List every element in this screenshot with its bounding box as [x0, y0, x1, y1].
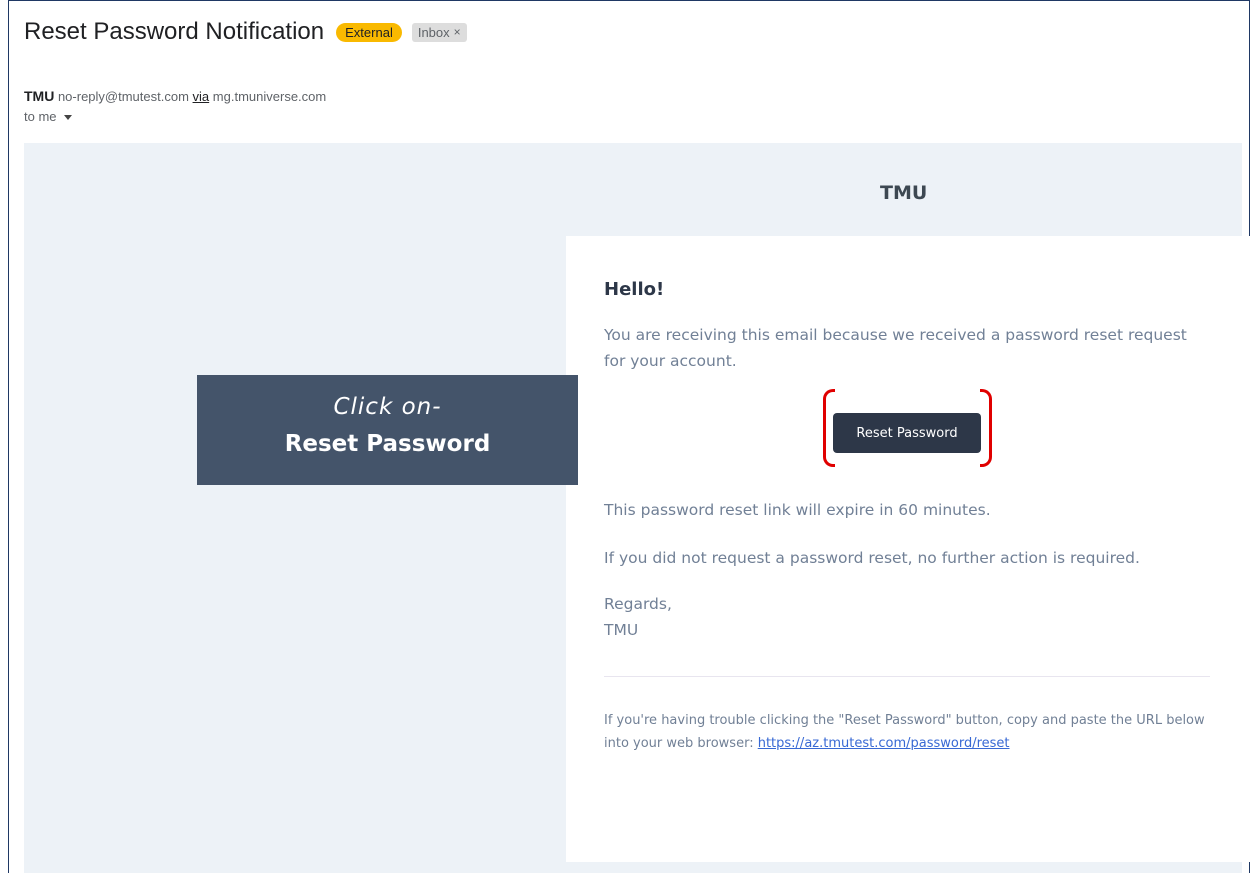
callout-line-1: Click on- — [333, 394, 442, 420]
instruction-callout: Click on- Reset Password — [197, 375, 578, 485]
remove-label-icon[interactable]: × — [454, 25, 461, 39]
expiry-text: This password reset link will expire in … — [604, 501, 991, 519]
divider — [604, 676, 1210, 677]
brand-header[interactable]: TMU — [880, 182, 927, 204]
sender-row: TMU no-reply@tmutest.com via mg.tmuniver… — [24, 88, 326, 104]
reset-url-link[interactable]: https://az.tmutest.com/password/reset — [758, 736, 1010, 751]
sender-name[interactable]: TMU — [24, 88, 54, 104]
intro-text: You are receiving this email because we … — [604, 326, 1187, 370]
inbox-label[interactable]: Inbox × — [411, 22, 467, 42]
inbox-label-text: Inbox — [417, 24, 450, 40]
signoff: Regards, TMU — [604, 591, 672, 643]
regards-text: Regards, — [604, 595, 672, 613]
reset-password-button[interactable]: Reset Password — [833, 413, 981, 453]
via-link[interactable]: via — [193, 89, 210, 104]
highlight-bracket-right — [980, 389, 992, 467]
chevron-down-icon[interactable] — [63, 115, 72, 120]
trouble-text-block: If you're having trouble clicking the "R… — [604, 709, 1214, 755]
recipient-label: to me — [24, 109, 57, 124]
subject-row: Reset Password Notification External Inb… — [24, 18, 467, 46]
signature-text: TMU — [604, 621, 639, 639]
greeting: Hello! — [604, 279, 665, 300]
via-domain: mg.tmuniverse.com — [212, 89, 327, 104]
recipient-row[interactable]: to me — [24, 109, 72, 124]
external-badge: External — [336, 22, 402, 42]
sender-address: no-reply@tmutest.com — [57, 89, 189, 104]
email-subject: Reset Password Notification — [24, 18, 325, 45]
callout-line-2: Reset Password — [284, 431, 491, 457]
no-action-text: If you did not request a password reset,… — [604, 549, 1140, 567]
